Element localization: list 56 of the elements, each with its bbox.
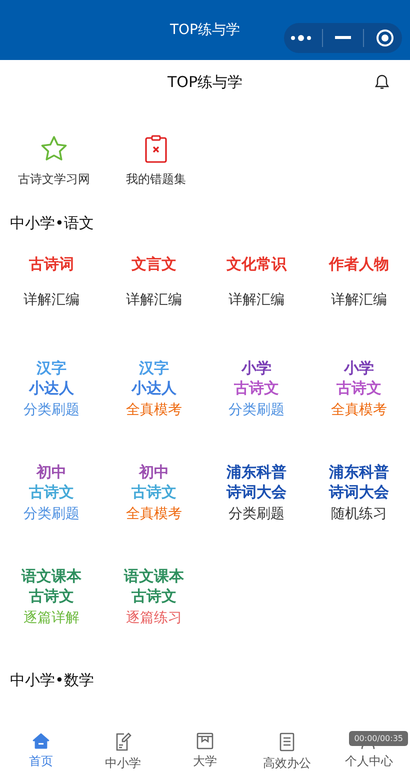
tile-subtitle[interactable]: 逐篇练习 <box>126 609 182 627</box>
home-icon <box>32 732 50 750</box>
tile-title[interactable]: 初中 <box>138 463 169 481</box>
tile-subtitle[interactable]: 详解汇编 <box>330 291 387 309</box>
tile-subtitle[interactable]: 随机练习 <box>330 505 387 523</box>
tile-title[interactable]: 小达人 <box>131 379 176 397</box>
tile-subtitle[interactable]: 全真模考 <box>126 401 182 419</box>
shortcut-item[interactable]: 古诗文学习网 <box>8 135 100 188</box>
section-title: 中小学•数学 <box>9 670 95 690</box>
window-title: TOP练与学 <box>170 21 240 39</box>
tile-subtitle[interactable]: 全真模考 <box>126 505 182 523</box>
document-icon <box>279 732 295 752</box>
tile-title[interactable]: 古诗词 <box>28 255 74 273</box>
tile-subtitle[interactable]: 全真模考 <box>330 401 387 419</box>
tile-title[interactable]: 汉字 <box>138 359 169 377</box>
tab-item[interactable]: 大学 <box>164 728 246 774</box>
tile-title[interactable]: 小学 <box>344 359 374 377</box>
notebook-icon <box>114 732 132 752</box>
tile-title[interactable]: 小学 <box>241 359 272 377</box>
tile-title[interactable]: 文化常识 <box>226 255 286 273</box>
tab-item[interactable]: 高效办公 <box>246 728 328 774</box>
page-title: TOP练与学 <box>167 73 242 92</box>
tile-subtitle[interactable]: 分类刷题 <box>228 401 284 419</box>
tile-subtitle[interactable]: 分类刷题 <box>228 505 284 523</box>
tile-title[interactable]: 诗词大会 <box>226 483 286 501</box>
tile-title[interactable]: 作者人物 <box>328 255 389 273</box>
tile-title[interactable]: 初中 <box>36 463 66 481</box>
tile-subtitle[interactable]: 逐篇详解 <box>23 609 80 627</box>
tile-title[interactable]: 语文课本 <box>21 567 82 585</box>
tile-subtitle[interactable]: 分类刷题 <box>23 505 80 523</box>
bell-icon[interactable] <box>375 74 389 90</box>
tile-title[interactable]: 古诗文 <box>28 483 74 501</box>
tile-title[interactable]: 古诗文 <box>131 587 176 605</box>
tile-title[interactable]: 诗词大会 <box>328 483 389 501</box>
timer-badge: 00:00/00:35 <box>349 731 408 746</box>
tab-item[interactable]: 首页 <box>0 728 82 774</box>
section-title: 中小学•语文 <box>9 213 95 233</box>
tile-title[interactable]: 古诗文 <box>131 483 176 501</box>
tab-item[interactable]: 中小学 <box>82 728 164 774</box>
tile-subtitle[interactable]: 详解汇编 <box>23 291 80 309</box>
tile-title[interactable]: 古诗文 <box>234 379 279 397</box>
tile-title[interactable]: 古诗文 <box>28 587 74 605</box>
tile-title[interactable]: 浦东科普 <box>226 463 286 481</box>
tile-title[interactable]: 文言文 <box>131 255 176 273</box>
clipboard-icon <box>145 135 167 163</box>
shortcut-item[interactable]: 我的错题集 <box>110 135 202 188</box>
tile-subtitle[interactable]: 详解汇编 <box>126 291 182 309</box>
book-icon <box>196 732 214 750</box>
tile-title[interactable]: 古诗文 <box>336 379 382 397</box>
tile-title[interactable]: 语文课本 <box>124 567 184 585</box>
tile-title[interactable]: 浦东科普 <box>328 463 389 481</box>
tile-title[interactable]: 汉字 <box>36 359 66 377</box>
star-icon <box>40 135 68 163</box>
tile-subtitle[interactable]: 分类刷题 <box>23 401 80 419</box>
tile-title[interactable]: 小达人 <box>28 379 74 397</box>
tile-subtitle[interactable]: 详解汇编 <box>228 291 284 309</box>
